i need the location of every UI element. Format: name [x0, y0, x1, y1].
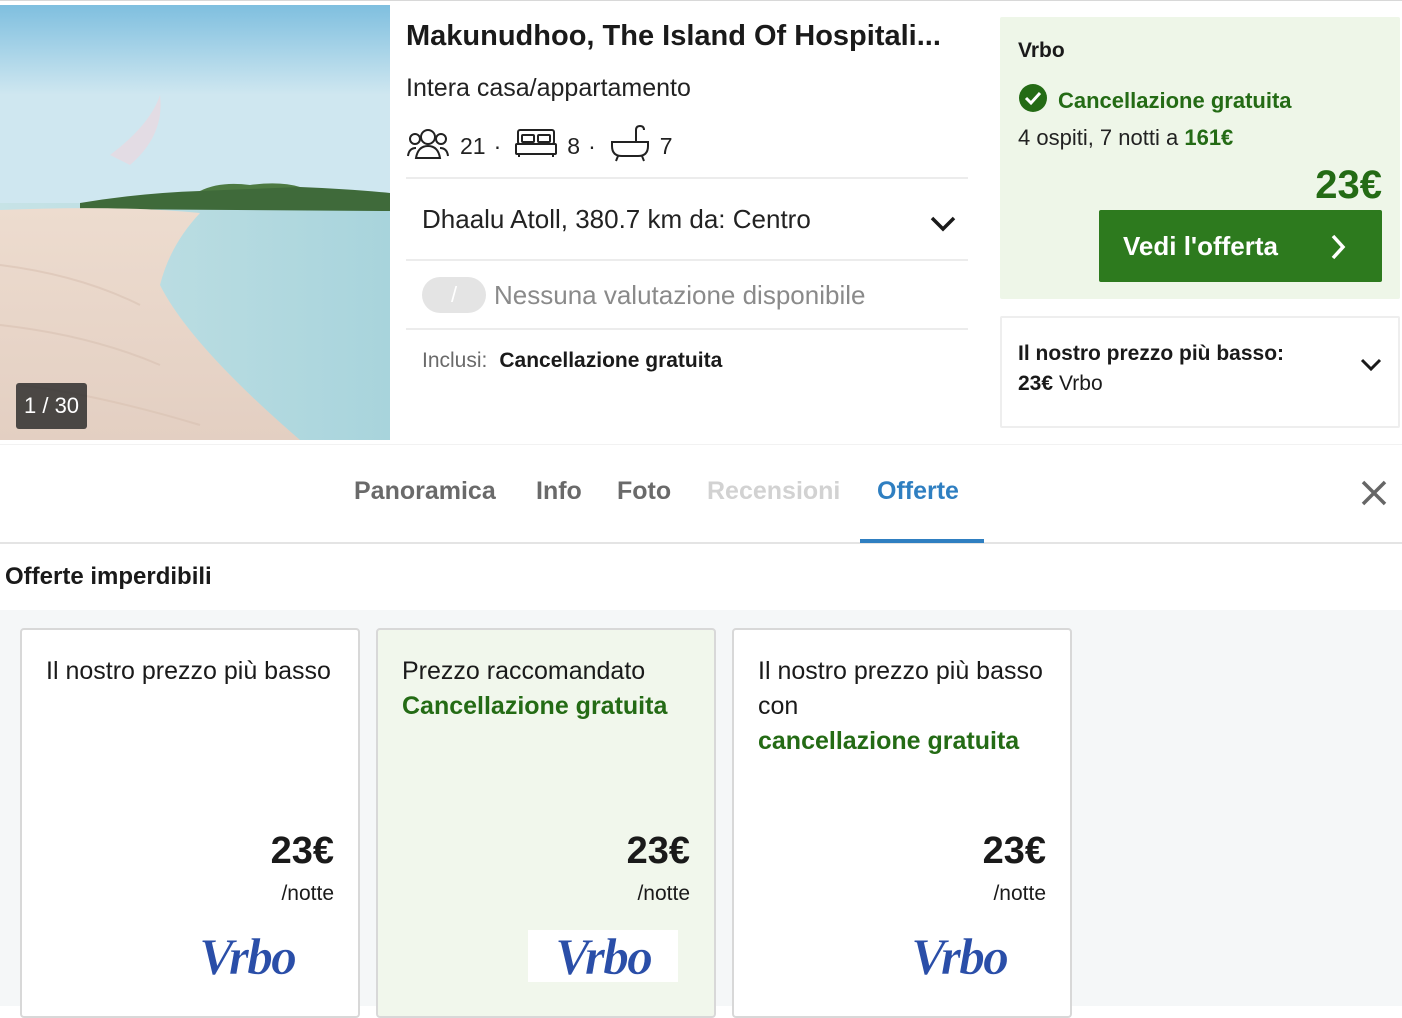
vrbo-logo: Vrbo	[199, 930, 299, 982]
hotel-photo[interactable]: 1 / 30	[0, 5, 390, 440]
divider	[406, 177, 968, 179]
deal-title: Prezzo raccomandato Cancellazione gratui…	[402, 654, 702, 724]
included-row: Inclusi: Cancellazione gratuita	[422, 349, 722, 373]
location-dropdown[interactable]: Dhaalu Atoll, 380.7 km da: Centro	[406, 180, 968, 258]
svg-text:Vrbo: Vrbo	[199, 930, 296, 982]
close-icon[interactable]	[1360, 479, 1388, 512]
lowest-price-dropdown[interactable]: Il nostro prezzo più basso: 23€ Vrbo	[1000, 316, 1400, 428]
svg-text:Vrbo: Vrbo	[911, 930, 1008, 982]
deal-unit: /notte	[993, 882, 1046, 905]
free-cancellation: Cancellazione gratuita	[1018, 83, 1292, 119]
active-tab-indicator	[860, 539, 984, 543]
lowest-price-value: 23€ Vrbo	[1018, 372, 1103, 396]
chevron-down-icon[interactable]	[1360, 358, 1382, 377]
check-circle-icon	[1018, 83, 1048, 119]
tab-panoramica[interactable]: Panoramica	[354, 477, 496, 506]
deal-highlight: cancellazione gratuita	[758, 727, 1020, 755]
divider	[406, 328, 968, 330]
rating-text: Nessuna valutazione disponibile	[494, 279, 866, 310]
bathrooms-count: 7	[659, 132, 673, 159]
offer-guests-text: 4 ospiti, 7 notti a	[1018, 125, 1179, 150]
deal-title-text: Il nostro prezzo più basso con	[758, 657, 1043, 720]
deal-title: Il nostro prezzo più basso	[46, 654, 346, 689]
tab-recensioni: Recensioni	[707, 477, 841, 505]
chevron-down-icon[interactable]	[930, 208, 956, 239]
separator-dot: ·	[588, 132, 596, 159]
deal-unit: /notte	[637, 882, 690, 905]
view-offer-label: Vedi l'offerta	[1123, 230, 1278, 261]
bathtub-icon	[610, 124, 650, 168]
view-offer-button[interactable]: Vedi l'offerta	[1099, 210, 1382, 282]
deal-title: Il nostro prezzo più basso con cancellaz…	[758, 654, 1058, 759]
bedrooms-count: 8	[567, 132, 581, 159]
deal-price: 23€	[626, 830, 690, 872]
deals-area: Il nostro prezzo più basso 23€ /notte Vr…	[0, 610, 1402, 1018]
hotel-title[interactable]: Makunudhoo, The Island Of Hospitali...	[406, 20, 972, 53]
guests-count: 21	[460, 132, 486, 159]
offer-total: 161€	[1184, 125, 1234, 150]
amenities-row: 21 · 8 · 7	[406, 124, 677, 168]
section-title: Offerte imperdibili	[5, 563, 212, 590]
separator-dot: ·	[493, 132, 502, 159]
offer-guests-nights: 4 ospiti, 7 notti a 161€	[1018, 125, 1233, 151]
deal-card-lowest-free-cancel[interactable]: Il nostro prezzo più basso con cancellaz…	[732, 628, 1072, 1018]
deal-highlight: Cancellazione gratuita	[402, 692, 668, 720]
chevron-right-icon	[1330, 234, 1346, 267]
offer-provider: Vrbo	[1018, 39, 1065, 62]
bed-icon	[515, 128, 558, 164]
top-offer-card[interactable]: Vrbo Cancellazione gratuita 4 ospiti, 7 …	[1000, 17, 1400, 299]
svg-text:Vrbo: Vrbo	[555, 930, 652, 982]
lowest-price: 23€	[1018, 372, 1054, 395]
deal-unit: /notte	[281, 882, 334, 905]
top-border	[0, 0, 1402, 1]
guests-icon	[406, 126, 450, 166]
offer-price: 23€	[1315, 163, 1382, 207]
deal-price: 23€	[270, 830, 334, 872]
lowest-price-label: Il nostro prezzo più basso:	[1018, 342, 1285, 365]
deal-title-text: Il nostro prezzo più basso	[46, 657, 331, 685]
vrbo-logo: Vrbo	[528, 930, 678, 982]
deal-price: 23€	[982, 830, 1046, 872]
included-label: Inclusi:	[422, 349, 488, 372]
free-cancellation-label: Cancellazione gratuita	[1058, 88, 1292, 113]
divider	[406, 259, 968, 261]
tab-foto[interactable]: Foto	[617, 477, 671, 506]
deal-card-lowest[interactable]: Il nostro prezzo più basso 23€ /notte Vr…	[20, 628, 360, 1018]
beach-photo-illustration	[0, 5, 390, 440]
rating-badge: /	[422, 277, 486, 313]
included-value: Cancellazione gratuita	[499, 349, 723, 372]
tab-offerte[interactable]: Offerte	[877, 477, 959, 506]
tabs-bar: Panoramica Info Foto Recensioni Offerte	[0, 444, 1402, 544]
rating-row: / Nessuna valutazione disponibile	[422, 277, 865, 313]
tab-info[interactable]: Info	[536, 477, 582, 506]
deal-title-text: Prezzo raccomandato	[402, 657, 646, 685]
lowest-price-provider: Vrbo	[1059, 372, 1103, 395]
photo-counter: 1 / 30	[16, 383, 88, 429]
vrbo-logo: Vrbo	[911, 930, 1011, 982]
deal-card-recommended[interactable]: Prezzo raccomandato Cancellazione gratui…	[376, 628, 716, 1018]
property-type: Intera casa/appartamento	[406, 74, 691, 102]
location-text: Dhaalu Atoll, 380.7 km da: Centro	[422, 203, 811, 234]
